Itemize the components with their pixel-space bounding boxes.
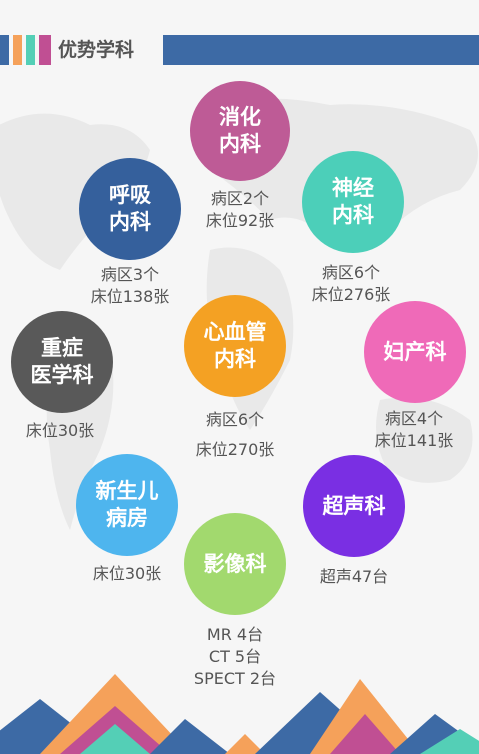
dept-cardiology-info: 病区6个 床位270张 [180, 405, 290, 465]
dept-digestive-name-1: 消化 [219, 105, 261, 130]
header-bar [163, 35, 479, 65]
dept-digestive-info: 病区2个 床位92张 [190, 188, 290, 232]
dept-digestive-beds: 床位92张 [205, 211, 275, 230]
dept-respiratory-name-1: 呼吸 [109, 183, 151, 208]
dept-respiratory-circle[interactable]: 呼吸 内科 [79, 158, 181, 260]
dept-cardiology-name-1: 心血管 [203, 320, 267, 345]
dept-respiratory-name-2: 内科 [109, 210, 151, 234]
dept-neonatal-beds: 床位30张 [92, 564, 162, 583]
dept-imaging-circle[interactable]: 影像科 [184, 513, 286, 615]
dept-icu-beds: 床位30张 [25, 421, 95, 440]
dept-gynecology-circle[interactable]: 妇产科 [364, 301, 466, 403]
dept-cardiology-circle[interactable]: 心血管 内科 [184, 295, 286, 397]
dept-neurology-info: 病区6个 床位276张 [296, 262, 406, 306]
dept-neurology-name-1: 神经 [332, 176, 374, 201]
dept-gynecology-beds: 床位141张 [374, 431, 454, 450]
dept-respiratory-info: 病区3个 床位138张 [75, 264, 185, 308]
dept-icu-circle[interactable]: 重症 医学科 [11, 311, 113, 413]
dept-neurology-circle[interactable]: 神经 内科 [302, 151, 404, 253]
section-header: 优势学科 [0, 35, 479, 65]
dept-digestive-wards: 病区2个 [210, 189, 270, 208]
dept-cardiology-beds: 床位270张 [195, 440, 275, 459]
dept-ultrasound-info: 超声47台 [299, 566, 409, 588]
page-title: 优势学科 [58, 39, 135, 61]
dept-neonatal-name-2: 病房 [106, 506, 148, 530]
header-stripe-teal [26, 35, 35, 65]
header-stripe-purple [39, 35, 51, 65]
decorative-triangles [0, 674, 479, 754]
dept-digestive-name-2: 内科 [219, 132, 261, 156]
dept-neurology-name-2: 内科 [332, 203, 374, 227]
dept-cardiology-wards: 病区6个 [205, 410, 265, 429]
dept-respiratory-beds: 床位138张 [90, 287, 170, 306]
dept-cardiology-name-2: 内科 [214, 347, 256, 371]
dept-gynecology-info: 病区4个 床位141张 [358, 408, 470, 452]
dept-neonatal-name-1: 新生儿 [95, 479, 159, 504]
dept-imaging-mr: MR 4台 [206, 625, 264, 644]
dept-imaging-ct: CT 5台 [208, 647, 262, 666]
dept-ultrasound-name-1: 超声科 [322, 493, 386, 518]
dept-icu-name-1: 重症 [41, 336, 83, 361]
dept-icu-info: 床位30张 [10, 420, 110, 442]
dept-neurology-beds: 床位276张 [311, 285, 391, 304]
dept-neurology-wards: 病区6个 [321, 263, 381, 282]
dept-icu-name-2: 医学科 [30, 363, 94, 387]
dept-ultrasound-count: 超声47台 [319, 567, 389, 586]
dept-neonatal-info: 床位30张 [72, 563, 182, 585]
dept-gynecology-name-1: 妇产科 [383, 339, 447, 364]
header-stripe-blue [0, 35, 9, 65]
dept-respiratory-wards: 病区3个 [100, 265, 160, 284]
dept-digestive-circle[interactable]: 消化 内科 [190, 81, 290, 181]
dept-ultrasound-circle[interactable]: 超声科 [303, 455, 405, 557]
dept-neonatal-circle[interactable]: 新生儿 病房 [76, 454, 178, 556]
dept-gynecology-wards: 病区4个 [384, 409, 444, 428]
header-stripe-orange [13, 35, 22, 65]
dept-imaging-name-1: 影像科 [203, 551, 267, 576]
